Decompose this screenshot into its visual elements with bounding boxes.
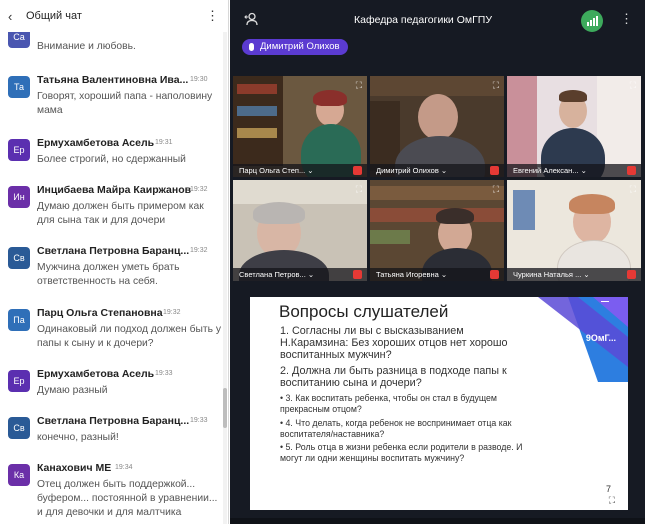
avatar-initials: Са [13, 32, 25, 42]
shared-slide[interactable]: 9ОмГ... Вопросы слушателей 1. Согласны л… [250, 297, 628, 510]
avatar-initials: Ка [13, 470, 25, 480]
video-tile[interactable]: ⛶ Татьяна Игоревна ⌄ [370, 180, 504, 281]
message-text: Думаю разный [37, 385, 108, 396]
message-text: Более строгий, но сдержанный [37, 154, 186, 165]
muted-mic-icon [627, 270, 636, 279]
avatar-initials: Ин [13, 192, 25, 202]
avatar-initials: Ер [13, 376, 25, 386]
avatar: Св [8, 417, 30, 439]
message-text: Думаю должен быть примером как для сына … [37, 201, 204, 226]
expand-icon[interactable]: ⛶ [356, 184, 362, 195]
user-arrow-icon[interactable] [244, 12, 258, 26]
muted-mic-icon [353, 270, 362, 279]
expand-icon[interactable]: ⛶ [356, 80, 362, 91]
message-time: 19:32 [163, 309, 181, 316]
video-tile[interactable]: ⛶ Парц Ольга Степ... ⌄ [233, 76, 367, 177]
message-time: 19:32 [190, 247, 208, 254]
slide-page-number: 7 [605, 484, 611, 494]
slide-question: • 5. Роль отца в жизни ребенка если роди… [280, 442, 523, 463]
message-list: Са Внимание и любовь. Та Татьяна Валенти… [0, 26, 222, 524]
message-time: 19:32 [190, 186, 208, 193]
video-tile[interactable]: ⛶ Евгений Алексан... ⌄ [507, 76, 641, 177]
sender-name: Ермухамбетова Асель [37, 137, 155, 149]
expand-icon[interactable]: ⛶ [493, 184, 499, 195]
message-time: 19:30 [190, 76, 208, 83]
minimize-icon[interactable] [601, 301, 609, 302]
participant-name[interactable]: Димитрий Олихов ⌄ [376, 166, 447, 175]
message-time: 19:34 [115, 464, 133, 471]
back-icon[interactable]: ‹ [8, 9, 20, 24]
avatar: Ин [8, 186, 30, 208]
avatar-initials: Па [13, 315, 25, 325]
microphone-icon [249, 43, 254, 51]
avatar: Св [8, 247, 30, 269]
active-speaker-badge: Димитрий Олихов [242, 39, 348, 55]
expand-icon[interactable]: ⛶ [630, 184, 636, 195]
participant-name[interactable]: Светлана Петров... ⌄ [239, 270, 314, 279]
participant-name[interactable]: Татьяна Игоревна ⌄ [376, 270, 447, 279]
message-text: Мужчина должен уметь брать ответственнос… [37, 262, 180, 287]
message-text: Отец должен быть поддержкой... буфером..… [37, 479, 218, 518]
slide-question: 1. Согласны ли вы с высказыванием Н.Кара… [280, 325, 508, 361]
chat-panel: ‹ Общий чат ⋮ Са Внимание и любовь. Та Т… [0, 0, 229, 524]
sender-name: Светлана Петровна Баранц... [37, 415, 190, 427]
sender-name: Канахович МЕ [37, 462, 112, 474]
muted-mic-icon [490, 270, 499, 279]
more-menu-icon[interactable]: ⋮ [620, 11, 633, 27]
expand-icon[interactable]: ⛶ [609, 495, 615, 506]
signal-button[interactable] [581, 10, 603, 32]
slide-question: • 3. Как воспитать ребенка, чтобы он ста… [280, 393, 497, 414]
video-tile[interactable]: ⛶ Чуркина Наталья ... ⌄ [507, 180, 641, 281]
video-tile[interactable]: ⛶ Светлана Петров... ⌄ [233, 180, 367, 281]
message-text: Внимание и любовь. [37, 41, 136, 52]
sender-name: Инцибаева Майра Каиржанов [37, 184, 192, 196]
active-speaker-name: Димитрий Олихов [260, 41, 340, 52]
conference-area: Кафедра педагогики ОмГПУ ⋮ Димитрий Олих… [230, 0, 645, 524]
message-text: Одинаковый ли подход должен быть у папы … [37, 324, 221, 349]
avatar: Ер [8, 370, 30, 392]
slide-question: • 4. Что делать, когда ребенок не воспри… [280, 418, 512, 439]
message-time: 19:33 [190, 417, 208, 424]
participant-name[interactable]: Евгений Алексан... ⌄ [513, 166, 587, 175]
expand-icon[interactable]: ⛶ [630, 80, 636, 91]
signal-icon [587, 16, 598, 26]
expand-icon[interactable]: ⛶ [493, 80, 499, 91]
participant-name[interactable]: Чуркина Наталья ... ⌄ [513, 270, 590, 279]
sender-name: Татьяна Валентиновна Ива... [37, 74, 189, 86]
avatar: Та [8, 76, 30, 98]
sender-name: Светлана Петровна Баранц... [37, 245, 190, 257]
slide-logo: 9ОмГ... [585, 333, 616, 343]
avatar-initials: Та [13, 82, 25, 92]
conference-title: Кафедра педагогики ОмГПУ [354, 14, 492, 26]
sender-name: Ермухамбетова Асель [37, 368, 155, 380]
avatar-initials: Св [13, 423, 25, 433]
chat-scrollbar-track[interactable] [223, 30, 227, 524]
avatar-initials: Св [13, 253, 25, 263]
participant-name[interactable]: Парц Ольга Степ... ⌄ [239, 166, 314, 175]
chat-header: ‹ Общий чат ⋮ [0, 0, 228, 32]
avatar: Па [8, 309, 30, 331]
chat-title: Общий чат [26, 10, 82, 22]
slide-question: 2. Должна ли быть разница в подходе папы… [280, 365, 507, 389]
slide-title: Вопросы слушателей [279, 302, 449, 321]
avatar-initials: Ер [13, 145, 25, 155]
sender-name: Парц Ольга Степановна [37, 307, 163, 319]
bottom-toolbar [230, 518, 645, 524]
chat-scrollbar-thumb[interactable] [223, 388, 227, 428]
message-time: 19:33 [155, 370, 173, 377]
muted-mic-icon [353, 166, 362, 175]
avatar: Ка [8, 464, 30, 486]
muted-mic-icon [627, 166, 636, 175]
muted-mic-icon [490, 166, 499, 175]
avatar: Ер [8, 139, 30, 161]
message-time: 19:31 [155, 139, 173, 146]
more-menu-icon[interactable]: ⋮ [206, 8, 219, 24]
message-text: конечно, разный! [37, 432, 119, 443]
video-tile[interactable]: ⛶ Димитрий Олихов ⌄ [370, 76, 504, 177]
message-text: Говорят, хороший папа - наполовину мама [37, 91, 213, 116]
